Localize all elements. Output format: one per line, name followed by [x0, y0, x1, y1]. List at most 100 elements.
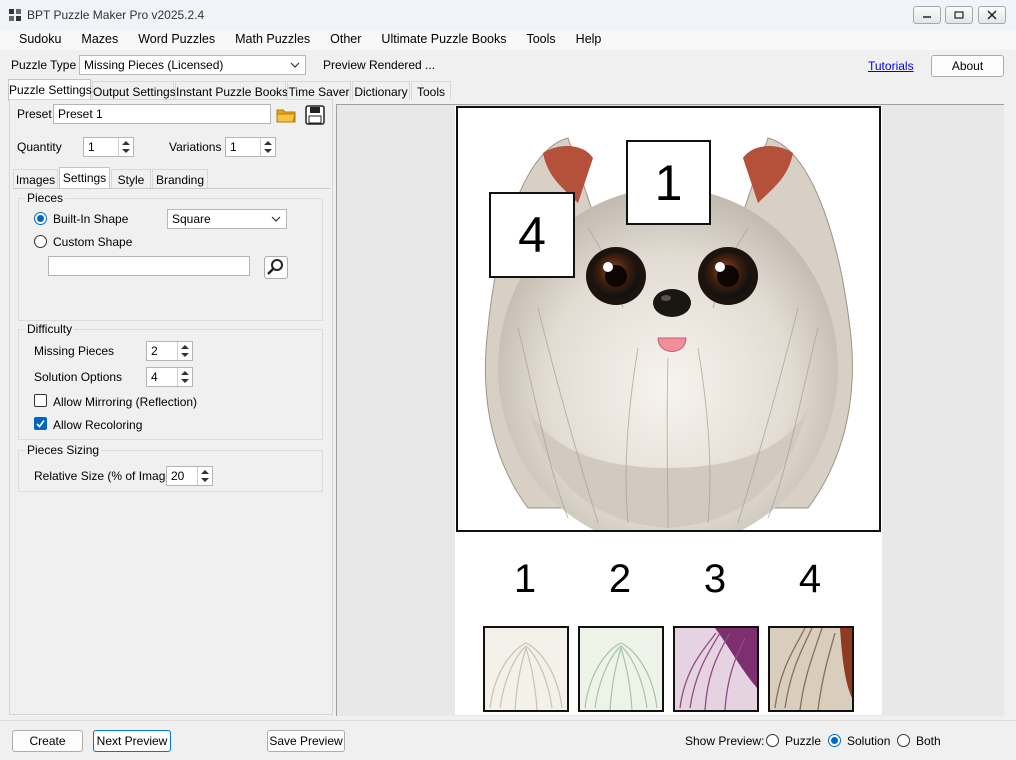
variations-spin-buttons[interactable]: [260, 138, 275, 156]
relative-size-spin-buttons[interactable]: [197, 467, 212, 485]
allow-recoloring-label: Allow Recoloring: [53, 418, 143, 432]
show-both-label: Both: [916, 734, 941, 748]
close-button[interactable]: [978, 6, 1006, 24]
relative-size-label: Relative Size (% of Image): [34, 469, 177, 483]
bottom-separator: [0, 720, 1016, 721]
tab-branding[interactable]: Branding: [152, 169, 208, 188]
menu-help[interactable]: Help: [566, 30, 612, 50]
show-puzzle-radio[interactable]: [766, 734, 779, 747]
relative-size-stepper[interactable]: 20: [166, 466, 213, 486]
fur-tile-image: [485, 628, 567, 710]
missing-pieces-spin-buttons[interactable]: [177, 342, 192, 360]
builtin-shape-radio[interactable]: [34, 212, 47, 225]
missing-pieces-stepper[interactable]: 2: [146, 341, 193, 361]
missing-piece-box-1: 1: [626, 140, 711, 225]
difficulty-title: Difficulty: [25, 322, 75, 336]
missing-pieces-label: Missing Pieces: [34, 344, 115, 358]
menu-math-puzzles[interactable]: Math Puzzles: [225, 30, 320, 50]
show-solution-radio[interactable]: [828, 734, 841, 747]
quantity-spin-buttons[interactable]: [118, 138, 133, 156]
tutorials-link[interactable]: Tutorials: [868, 59, 914, 73]
solution-options-spin-buttons[interactable]: [177, 368, 192, 386]
show-both-radio[interactable]: [897, 734, 910, 747]
custom-shape-label: Custom Shape: [53, 235, 133, 249]
minimize-button[interactable]: [913, 6, 941, 24]
fur-tile-image: [770, 628, 852, 710]
missing-pieces-value: 2: [151, 344, 158, 358]
pieces-title: Pieces: [25, 191, 66, 205]
about-button[interactable]: About: [931, 55, 1004, 77]
show-puzzle-label: Puzzle: [785, 734, 822, 748]
save-preset-button[interactable]: [304, 104, 326, 126]
show-preview-label: Show Preview:: [685, 734, 765, 748]
browse-shape-button[interactable]: [264, 256, 288, 279]
variations-stepper[interactable]: 1: [225, 137, 276, 157]
option-number-2: 2: [608, 557, 632, 601]
quantity-stepper[interactable]: 1: [83, 137, 134, 157]
missing-piece-box-4: 4: [489, 192, 575, 278]
window-title: BPT Puzzle Maker Pro v2025.2.4: [27, 8, 205, 22]
save-icon: [305, 105, 325, 125]
option-number-4: 4: [798, 557, 822, 601]
fur-tile-image: [675, 628, 757, 710]
option-tile-1: [483, 626, 569, 712]
custom-shape-input[interactable]: [48, 256, 250, 276]
relative-size-value: 20: [171, 469, 185, 483]
menu-tools[interactable]: Tools: [516, 30, 565, 50]
menu-ultimate-puzzle-books[interactable]: Ultimate Puzzle Books: [371, 30, 516, 50]
create-button[interactable]: Create: [12, 730, 83, 752]
allow-recoloring-checkbox[interactable]: [34, 417, 47, 430]
show-solution-label: Solution: [847, 734, 891, 748]
menu-word-puzzles[interactable]: Word Puzzles: [128, 30, 225, 50]
tab-time-saver[interactable]: Time Saver: [287, 81, 351, 100]
checkmark-icon: [36, 420, 45, 428]
tab-style[interactable]: Style: [111, 169, 151, 188]
save-preview-button[interactable]: Save Preview: [267, 730, 345, 752]
next-preview-button[interactable]: Next Preview: [93, 730, 171, 752]
tab-instant-puzzle-books[interactable]: Instant Puzzle Books: [175, 81, 288, 100]
builtin-shape-label: Built-In Shape: [53, 212, 129, 226]
variations-label: Variations: [169, 140, 222, 154]
restore-icon: [954, 11, 964, 19]
solution-options-stepper[interactable]: 4: [146, 367, 193, 387]
magnifier-icon: [267, 259, 283, 275]
option-tile-3: [673, 626, 759, 712]
allow-mirroring-checkbox[interactable]: [34, 394, 47, 407]
variations-value: 1: [230, 140, 237, 154]
quantity-value: 1: [88, 140, 95, 154]
menu-bar: Sudoku Mazes Word Puzzles Math Puzzles O…: [0, 30, 1016, 50]
option-number-3: 3: [703, 557, 727, 601]
menu-other[interactable]: Other: [320, 30, 371, 50]
minimize-icon: [923, 16, 931, 18]
sub-tabs: Images Settings Style Branding: [13, 167, 213, 189]
tab-images[interactable]: Images: [13, 169, 58, 188]
pieces-sizing-title: Pieces Sizing: [25, 443, 102, 457]
puzzle-type-select[interactable]: Missing Pieces (Licensed): [79, 55, 306, 75]
custom-shape-radio[interactable]: [34, 235, 47, 248]
menu-sudoku[interactable]: Sudoku: [9, 30, 71, 50]
open-folder-button[interactable]: [275, 104, 297, 126]
allow-mirroring-label: Allow Mirroring (Reflection): [53, 395, 198, 409]
puzzle-type-value: Missing Pieces (Licensed): [84, 58, 224, 72]
app-icon: [9, 9, 21, 21]
option-number-1: 1: [513, 557, 537, 601]
option-tile-2: [578, 626, 664, 712]
tab-puzzle-settings[interactable]: Puzzle Settings: [8, 79, 92, 101]
option-tile-4: [768, 626, 854, 712]
builtin-shape-select[interactable]: Square: [167, 209, 287, 229]
solution-options-label: Solution Options: [34, 370, 123, 384]
tab-settings[interactable]: Settings: [59, 167, 110, 189]
maximize-button[interactable]: [945, 6, 973, 24]
solution-options-value: 4: [151, 370, 158, 384]
quantity-label: Quantity: [17, 140, 62, 154]
tab-output-settings[interactable]: Output Settings: [92, 81, 176, 100]
menu-mazes[interactable]: Mazes: [71, 30, 128, 50]
fur-tile-image: [580, 628, 662, 710]
tab-tools[interactable]: Tools: [411, 81, 451, 100]
preset-input[interactable]: Preset 1: [53, 104, 271, 124]
tab-dictionary[interactable]: Dictionary: [352, 81, 410, 100]
folder-icon: [276, 109, 296, 123]
main-tabs: Puzzle Settings Output Settings Instant …: [8, 79, 458, 101]
puzzle-type-label: Puzzle Type: [11, 58, 77, 72]
chevron-down-icon: [271, 216, 281, 222]
